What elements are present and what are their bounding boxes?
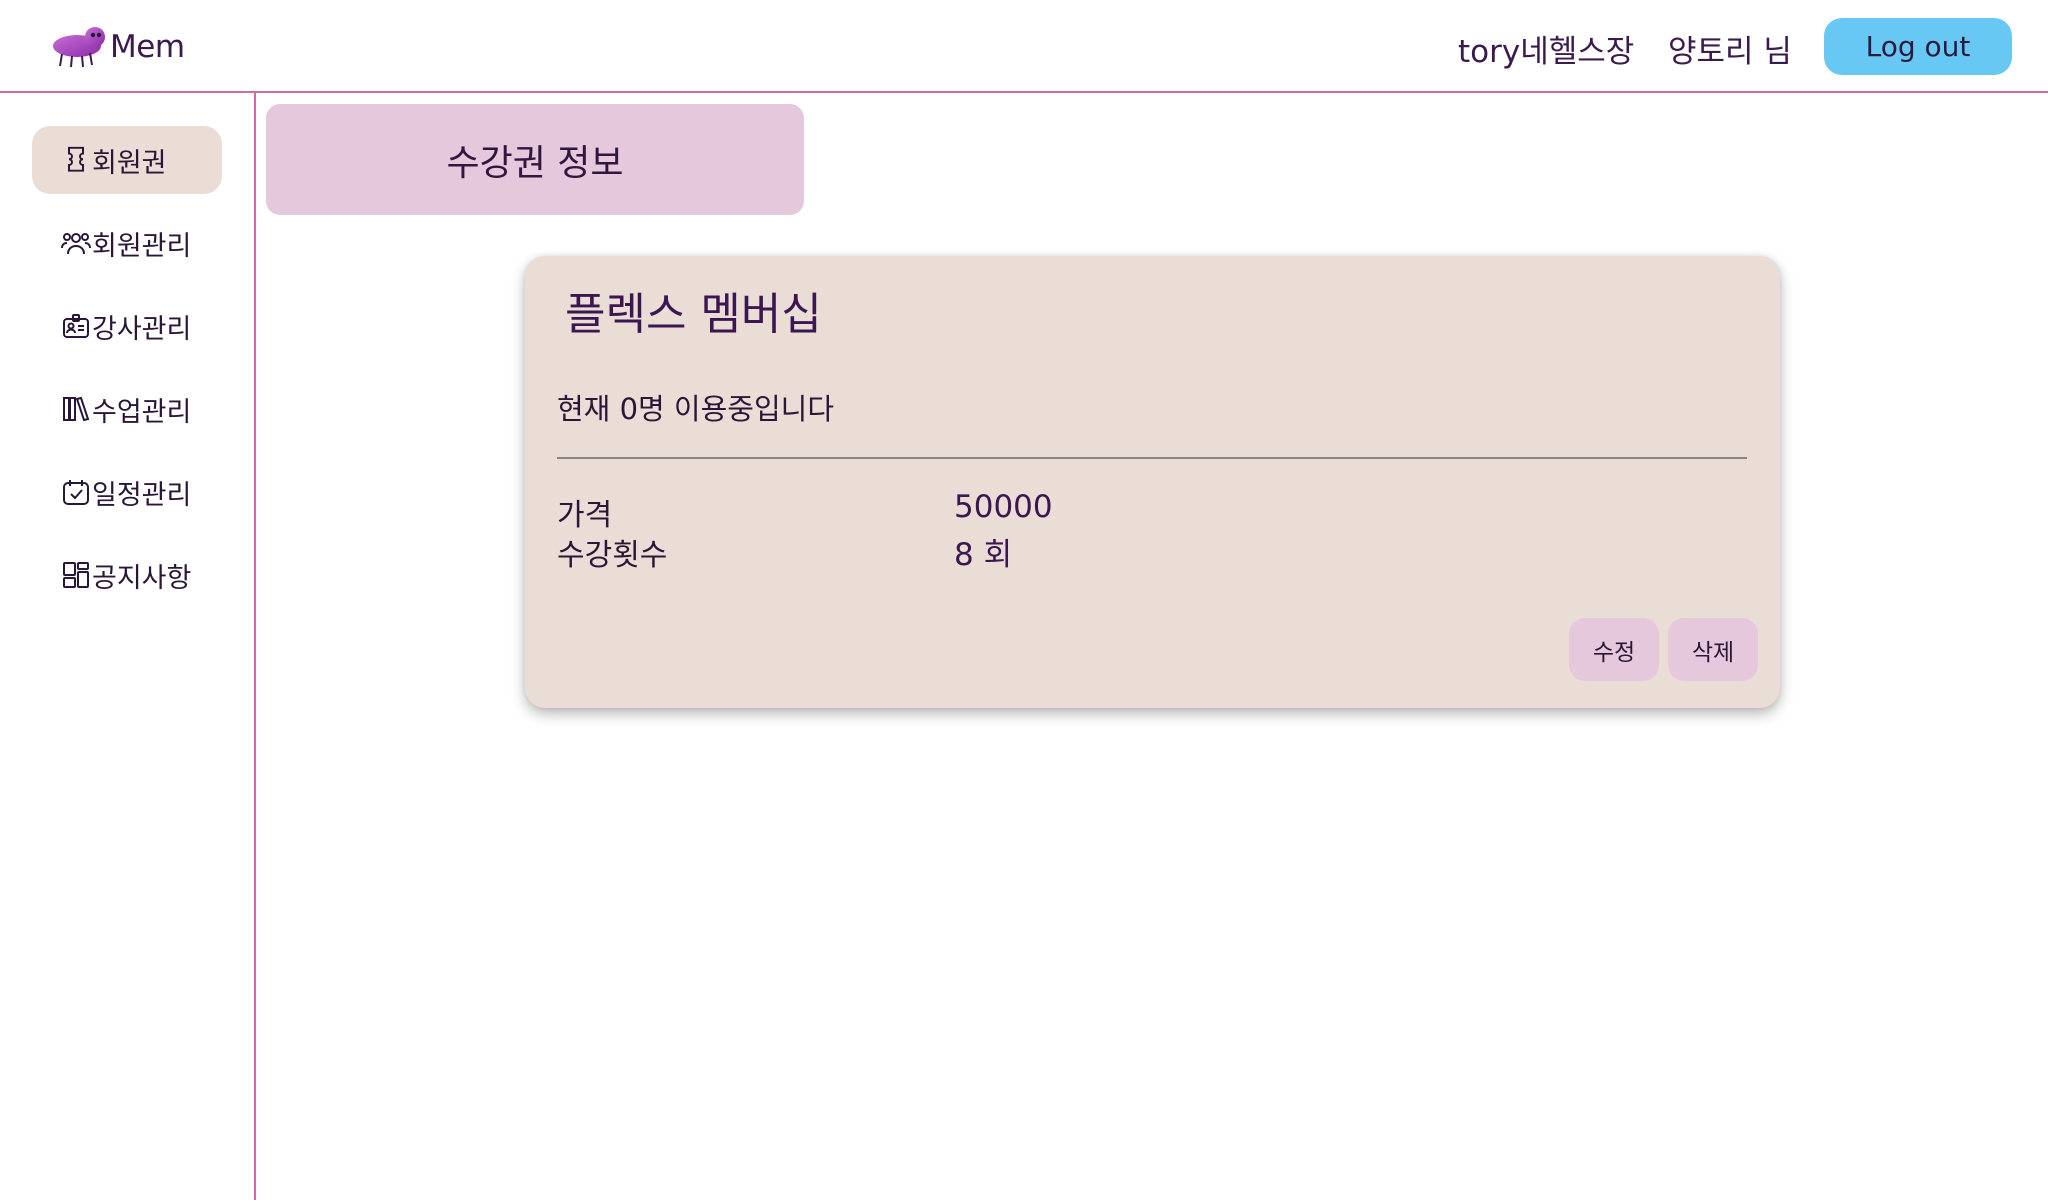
sidebar-item-label: 일정관리 [92,479,192,511]
gym-name[interactable]: tory네헬스장 [1458,26,1634,71]
user-name[interactable]: 양토리 님 [1668,26,1792,71]
session-count-label: 수강횟수 [557,538,668,573]
divider [557,457,1747,459]
logout-button[interactable]: Log out [1824,18,2012,75]
sidebar-item-schedule-management[interactable]: 일정관리 [32,458,222,526]
price-value: 50000 [954,489,1053,525]
sidebar-item-notices[interactable]: 공지사항 [32,541,222,609]
membership-card: 플렉스 멤버십 현재 0명 이용중입니다 가격 50000 수강횟수 8 회 수… [525,256,1780,708]
sidebar-item-membership[interactable]: 회원권 [32,126,222,194]
price-label: 가격 [557,498,613,533]
sidebar-item-label: 수업관리 [92,396,192,428]
ticket-icon [68,146,84,172]
sidebar-item-label: 강사관리 [92,313,192,345]
brand-name: Mem [110,29,185,65]
sidebar-item-label: 회원관리 [92,230,192,262]
sidebar-nav: 회원권 회원관리 강사관리 수업관리 일정관리 공지사항 [0,93,256,1200]
sidebar-item-instructor-management[interactable]: 강사관리 [32,292,222,360]
id-badge-icon [63,314,89,338]
sidebar-item-class-management[interactable]: 수업관리 [32,375,222,443]
users-icon [61,233,91,255]
sidebar-item-label: 회원권 [92,147,167,179]
session-count-value: 8 회 [954,537,1013,573]
sidebar-item-label: 공지사항 [92,562,192,594]
brand-logo-link[interactable]: Mem [50,24,185,70]
layout-icon [63,562,89,588]
delete-button[interactable]: 삭제 [1668,618,1758,681]
page-title: 수강권 정보 [266,104,804,215]
books-icon [63,396,90,422]
calendar-check-icon [63,480,89,505]
membership-usage-status: 현재 0명 이용중입니다 [557,392,835,426]
membership-title: 플렉스 멤버십 [565,289,822,340]
edit-button[interactable]: 수정 [1569,618,1659,681]
mascot-logo-icon [53,27,105,68]
sidebar-item-member-management[interactable]: 회원관리 [32,209,222,277]
top-header: Mem tory네헬스장 양토리 님 Log out [0,0,2048,93]
